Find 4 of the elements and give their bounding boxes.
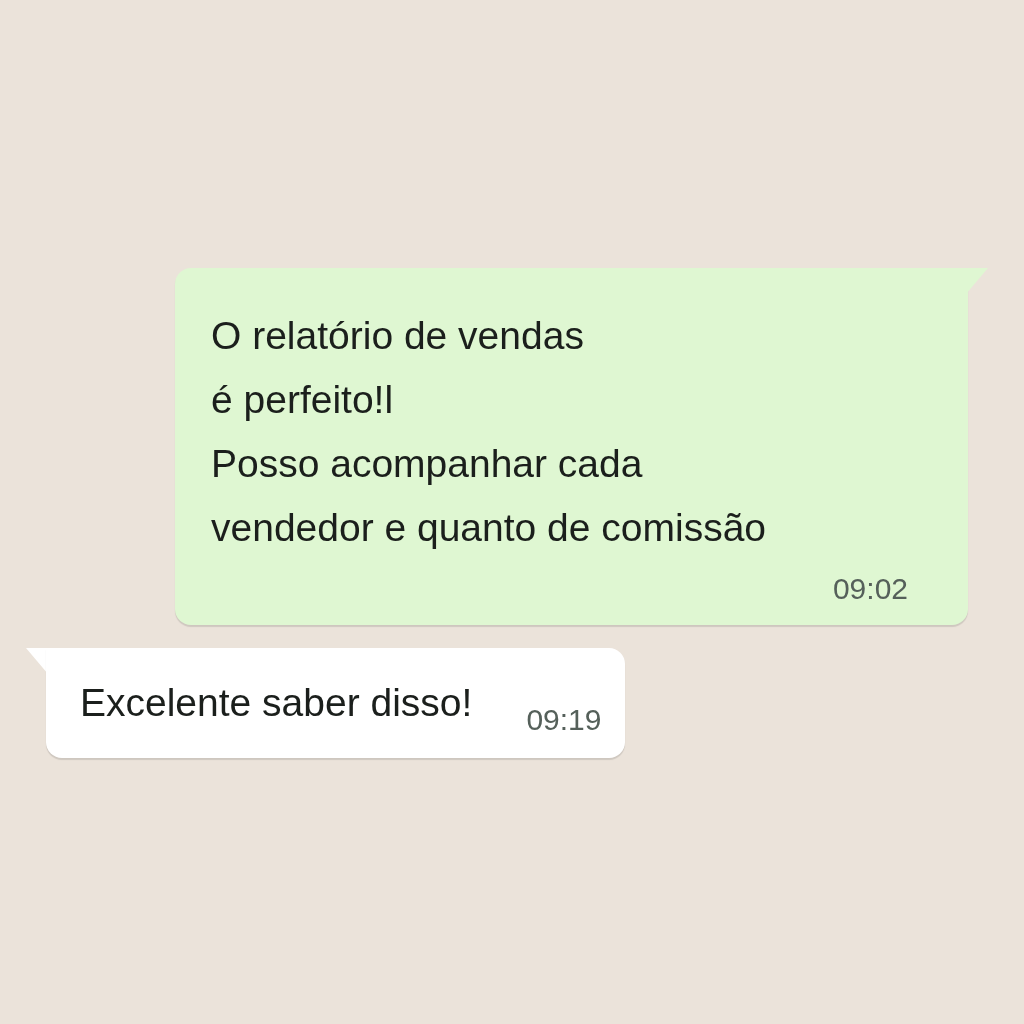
message-text: Excelente saber disso! [80,680,473,726]
message-text: O relatório de vendas é perfeito!l Posso acompanhar cada vendedor e quanto de comissão [211,313,768,551]
message-time: 09:02 [832,571,908,607]
message-time: 09:19 [526,702,602,738]
